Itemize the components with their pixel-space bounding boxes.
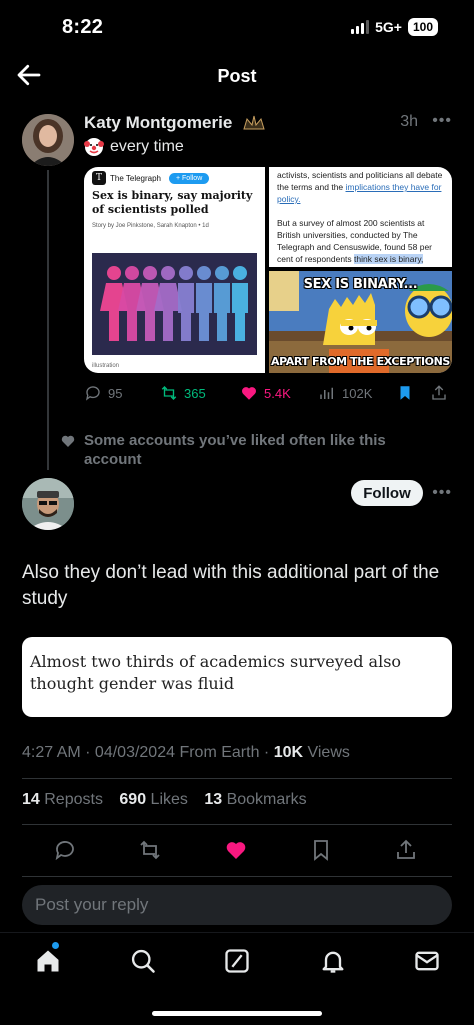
share-icon[interactable]: [394, 838, 418, 862]
meme-top-text: SEX IS BINARY...: [303, 277, 418, 292]
media-article-excerpt[interactable]: activists, scientists and politicians al…: [269, 167, 452, 267]
views-total: 10K: [273, 744, 304, 761]
repost-button[interactable]: 365: [160, 384, 206, 402]
post-meta: 4:27 AM · 04/03/2024 From Earth · 10K Vi…: [22, 744, 350, 762]
quoted-image-text: Almost two thirds of academics surveyed …: [30, 652, 402, 693]
network-type: 5G+: [375, 19, 402, 35]
main-post-actions: [0, 836, 474, 864]
user-photo-icon: [22, 114, 74, 166]
views-button[interactable]: 102K: [318, 384, 372, 402]
signal-icon: [351, 20, 370, 34]
post-stats: 14 Reposts 690 Likes 13 Bookmarks: [22, 791, 307, 809]
bookmark-icon[interactable]: [309, 838, 333, 862]
reposts-stat[interactable]: 14 Reposts: [22, 791, 103, 808]
home-indicator: [152, 1011, 322, 1016]
social-context-text: Some accounts you’ve liked often like th…: [84, 432, 386, 468]
repost-icon[interactable]: [138, 838, 162, 862]
top-header: Post: [0, 56, 474, 100]
article-source-row: T The Telegraph + Follow: [92, 171, 210, 185]
post-datetime: 4:27 AM · 04/03/2024 From Earth ·: [22, 744, 274, 761]
telegraph-logo-icon: T: [92, 171, 106, 185]
divider: [22, 824, 452, 825]
people-illustration: [92, 253, 257, 355]
notification-dot-icon: [52, 942, 59, 949]
post-text: Also they don’t lead with this additiona…: [22, 562, 440, 609]
likes-stat[interactable]: 690 Likes: [119, 791, 188, 808]
share-icon: [432, 385, 446, 400]
media-meme-image[interactable]: SEX IS BINARY... APART FROM THE EXCEPTIO…: [269, 271, 452, 373]
reply-input[interactable]: Post your reply: [22, 885, 452, 925]
search-icon[interactable]: [129, 947, 157, 975]
excerpt-paragraph-2: But a survey of almost 200 scientists at…: [277, 218, 432, 264]
bookmarks-stat[interactable]: 13 Bookmarks: [204, 791, 306, 808]
bottom-tab-bar: [0, 932, 474, 1025]
avatar[interactable]: [22, 114, 74, 166]
illustration-caption: illustration: [92, 363, 120, 369]
article-byline: Story by Joe Pinkstone, Sarah Knapton • …: [92, 223, 209, 229]
reply-icon: [85, 386, 100, 401]
repost-count: 365: [184, 385, 206, 401]
quoted-image[interactable]: Almost two thirds of academics surveyed …: [22, 637, 452, 717]
reply-icon[interactable]: [53, 838, 77, 862]
more-options-icon[interactable]: •••: [432, 112, 452, 130]
analytics-icon: [320, 387, 333, 399]
divider: [22, 778, 452, 779]
avatar[interactable]: [22, 478, 74, 530]
battery-icon: 100: [407, 18, 438, 36]
bio-line: every time: [84, 137, 184, 157]
bio-text: every time: [110, 138, 184, 155]
bookmark-filled-icon: [400, 386, 410, 400]
media-grid[interactable]: T The Telegraph + Follow Sex is binary, …: [84, 167, 452, 373]
thread-connector-line: [47, 170, 49, 470]
more-options-icon[interactable]: •••: [432, 484, 452, 502]
article-source: The Telegraph: [110, 173, 161, 183]
follow-button[interactable]: Follow: [351, 480, 423, 506]
clown-emoji-icon: [84, 138, 104, 156]
status-bar: 8:22 5G+ 100: [0, 0, 474, 56]
status-time: 8:22: [62, 16, 104, 38]
bell-icon[interactable]: [319, 947, 347, 975]
grok-icon[interactable]: [223, 947, 251, 975]
author-name[interactable]: Katy Montgomerie: [84, 113, 232, 133]
views-label: Views: [303, 744, 350, 761]
social-context-note: Some accounts you’ve liked often like th…: [60, 431, 390, 469]
parent-post-actions: 95 365 5.4K 102K: [84, 384, 452, 404]
article-follow-badge: + Follow: [169, 172, 210, 184]
heart-filled-icon: [242, 387, 256, 400]
media-telegraph-article[interactable]: T The Telegraph + Follow Sex is binary, …: [84, 167, 265, 373]
meme-bottom-text: APART FROM THE EXCEPTIONS: [271, 355, 450, 368]
views-count: 102K: [342, 385, 373, 401]
article-headline: Sex is binary, say majority of scientist…: [92, 189, 253, 216]
like-button[interactable]: 5.4K: [240, 384, 291, 402]
repost-icon: [161, 386, 177, 400]
status-indicators: 5G+ 100: [351, 18, 438, 36]
reply-button[interactable]: 95: [84, 384, 122, 402]
mail-icon[interactable]: [413, 947, 441, 975]
divider: [22, 876, 452, 877]
reply-count: 95: [108, 385, 123, 401]
page-title: Post: [217, 66, 257, 86]
like-count: 5.4K: [264, 385, 291, 401]
share-button[interactable]: [430, 384, 448, 402]
excerpt-highlight: think sex is binary,: [354, 254, 424, 264]
excerpt-paragraph-1: activists, scientists and politicians al…: [277, 170, 443, 204]
bookmark-button[interactable]: [396, 384, 414, 402]
user-photo-icon: [22, 478, 74, 530]
crown-emoji-icon: [243, 115, 265, 130]
home-icon[interactable]: [34, 947, 62, 975]
heart-icon: [61, 435, 75, 447]
heart-filled-icon[interactable]: [224, 838, 248, 862]
post-timestamp: 3h: [400, 113, 418, 130]
people-figures-icon: [92, 253, 257, 355]
